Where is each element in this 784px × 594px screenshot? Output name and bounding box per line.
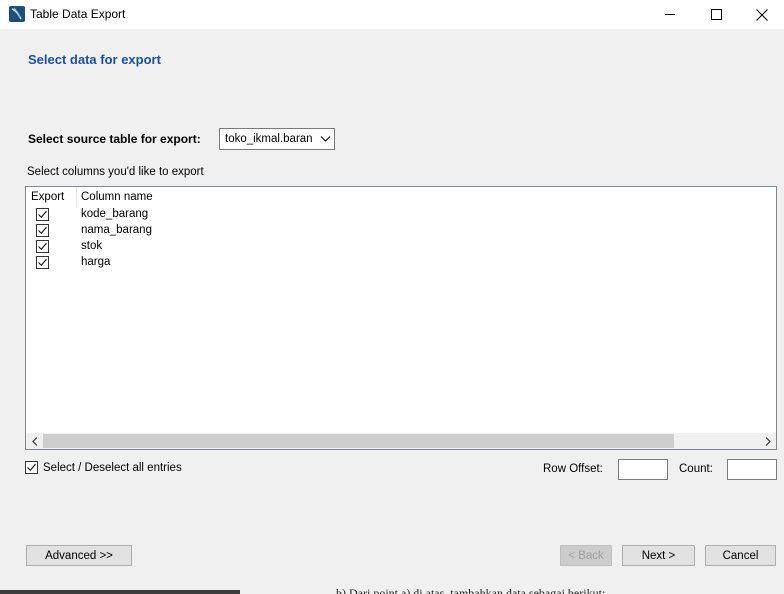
source-table-label: Select source table for export: [28, 132, 201, 146]
column-name: nama_barang [81, 224, 152, 236]
list-item: stok [26, 239, 776, 255]
close-button[interactable] [739, 0, 784, 29]
checkmark-icon [38, 242, 47, 251]
export-checkbox[interactable] [36, 240, 49, 253]
list-item: harga [26, 255, 776, 271]
checkmark-icon [27, 463, 36, 472]
maximize-icon [710, 9, 722, 20]
list-item: kode_barang [26, 207, 776, 223]
checkmark-icon [38, 226, 47, 235]
select-all-checkbox[interactable] [25, 461, 38, 474]
column-divider[interactable] [76, 187, 77, 207]
source-table-value: toko_ikmal.baran [225, 133, 313, 145]
export-checkbox[interactable] [36, 224, 49, 237]
advanced-button[interactable]: Advanced >> [26, 545, 132, 566]
cancel-button[interactable]: Cancel [705, 545, 776, 566]
list-header: Export Column name [26, 187, 776, 207]
columns-list[interactable]: Export Column name kode_barang nama_bara… [25, 186, 777, 450]
window-title: Table Data Export [30, 7, 126, 21]
chevron-left-icon [31, 436, 37, 446]
close-icon [756, 8, 768, 21]
count-label: Count: [679, 463, 713, 475]
select-all-label[interactable]: Select / Deselect all entries [43, 462, 182, 474]
maximize-button[interactable] [693, 0, 739, 29]
export-column-header[interactable]: Export [31, 191, 64, 203]
columns-label: Select columns you'd like to export [27, 166, 204, 178]
mysql-workbench-icon [9, 6, 25, 22]
source-table-select[interactable]: toko_ikmal.baran [219, 128, 335, 150]
column-name: stok [81, 240, 103, 252]
count-input[interactable] [727, 459, 777, 480]
column-rows: kode_barang nama_barang stok harga [26, 207, 776, 271]
minimize-button[interactable] [647, 0, 693, 29]
scrollbar-thumb[interactable] [43, 434, 674, 448]
chevron-right-icon [765, 436, 771, 446]
checkmark-icon [38, 258, 47, 267]
column-name: harga [81, 256, 111, 268]
title-bar: Table Data Export [0, 0, 784, 29]
back-button[interactable]: < Back [560, 545, 612, 566]
minimize-icon [664, 14, 675, 15]
next-button[interactable]: Next > [622, 545, 695, 566]
background-document-text: b) Dari point a) di atas, tambahkan data… [336, 586, 606, 594]
export-checkbox[interactable] [36, 208, 49, 221]
export-checkbox[interactable] [36, 256, 49, 269]
horizontal-scrollbar[interactable] [26, 433, 776, 449]
row-offset-input[interactable] [618, 459, 668, 480]
page-heading: Select data for export [28, 52, 161, 67]
column-name-header[interactable]: Column name [81, 191, 153, 203]
column-name: kode_barang [81, 208, 149, 220]
scroll-right-button[interactable] [759, 433, 776, 449]
checkmark-icon [38, 210, 47, 219]
chevron-down-icon [320, 133, 331, 147]
list-item: nama_barang [26, 223, 776, 239]
row-offset-label: Row Offset: [543, 463, 603, 475]
dialog-body: Select data for export Select source tab… [0, 29, 784, 594]
background-window-edge [0, 590, 240, 594]
scroll-left-button[interactable] [26, 433, 43, 449]
